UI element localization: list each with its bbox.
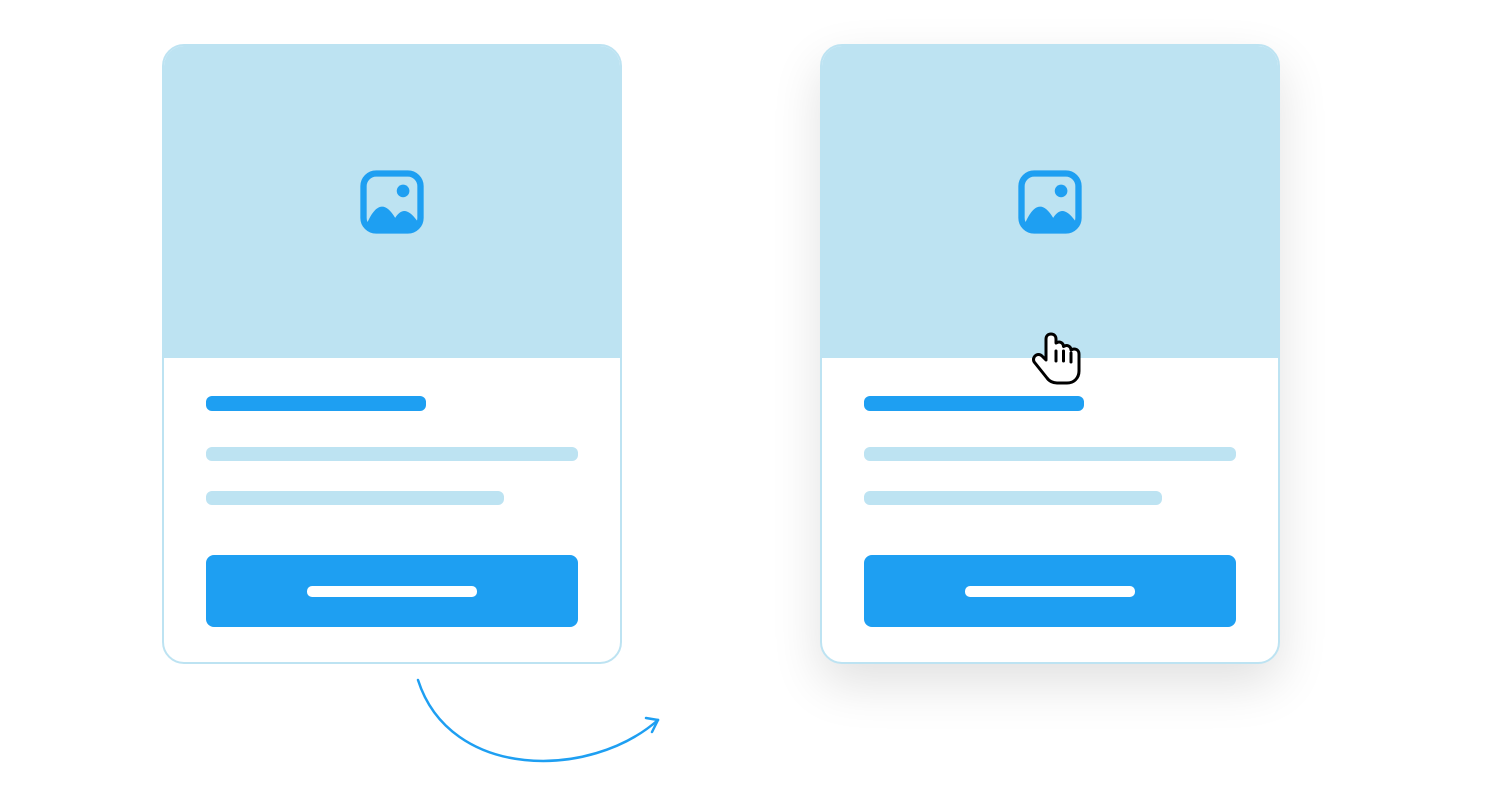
transition-arrow-icon bbox=[410, 670, 670, 790]
button-label-placeholder bbox=[965, 586, 1135, 597]
title-placeholder bbox=[206, 396, 426, 411]
card-image-area bbox=[164, 46, 620, 358]
text-line-placeholder bbox=[206, 491, 504, 505]
text-line-placeholder bbox=[864, 447, 1236, 461]
card-hover[interactable] bbox=[820, 44, 1280, 664]
card-body bbox=[822, 358, 1278, 651]
card-default[interactable] bbox=[162, 44, 622, 664]
card-cta-button[interactable] bbox=[206, 555, 578, 627]
image-icon bbox=[354, 164, 430, 240]
image-icon bbox=[1012, 164, 1088, 240]
card-image-area bbox=[822, 46, 1278, 358]
button-label-placeholder bbox=[307, 586, 477, 597]
card-cta-button[interactable] bbox=[864, 555, 1236, 627]
title-placeholder bbox=[864, 396, 1084, 411]
card-body bbox=[164, 358, 620, 651]
text-line-placeholder bbox=[206, 447, 578, 461]
text-line-placeholder bbox=[864, 491, 1162, 505]
